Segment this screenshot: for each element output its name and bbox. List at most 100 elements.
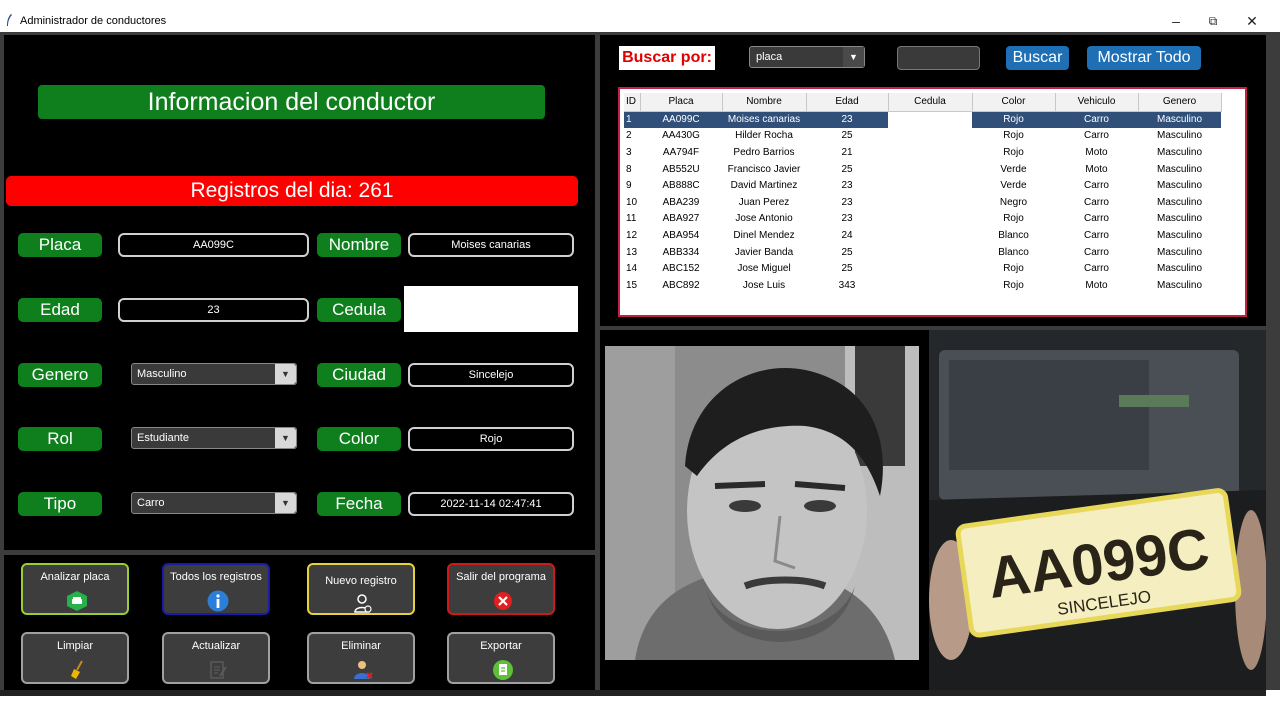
remove-user-icon [354, 661, 373, 679]
app-window: Administrador de conductores – ⧉ ✕ Infor… [0, 0, 1280, 712]
table-cell: Masculino [1156, 213, 1203, 225]
table-cell [888, 260, 972, 277]
table-cell [888, 111, 972, 128]
table-cell: Blanco [998, 229, 1029, 241]
table-row[interactable]: 9 AB888C David Martinez 23 Verde Carro Masculi… [624, 177, 1221, 194]
table-cell: Moto [1085, 146, 1108, 158]
mostrar-todo-button[interactable]: Mostrar Todo [1087, 46, 1201, 70]
drivers-table[interactable]: ID Placa Nombre Edad Cedula Color Vehicu… [624, 93, 1230, 298]
table-row[interactable]: 15 ABC892 Jose Luis 343 Rojo Moto Masculino [624, 276, 1221, 294]
color-field[interactable]: Rojo [408, 427, 574, 451]
table-cell: 3 [626, 146, 632, 158]
car-icon [67, 591, 87, 611]
ciudad-field[interactable]: Sincelejo [408, 363, 574, 387]
minimize-button[interactable]: – [1158, 8, 1194, 34]
eliminar-label: Eliminar [341, 640, 381, 652]
table-cell: 15 [626, 279, 638, 291]
table-cell: ABA954 [662, 229, 700, 241]
column-header[interactable]: Genero [1138, 93, 1222, 112]
table-cell: 23 [841, 213, 853, 225]
tipo-value: Carro [137, 497, 165, 509]
table-cell: Blanco [998, 246, 1029, 258]
todos-los-registros-button[interactable]: Todos los registros [162, 563, 270, 615]
table-cell: 24 [841, 229, 853, 241]
eliminar-button[interactable]: Eliminar [307, 632, 415, 684]
table-cell: 23 [841, 180, 853, 192]
table-cell: Carro [1055, 111, 1138, 128]
table-row[interactable]: 12 ABA954 Dinel Mendez 24 Blanco Carro Masculi… [624, 227, 1221, 244]
column-header[interactable]: Vehiculo [1055, 93, 1139, 112]
nuevo-registro-button[interactable]: Nuevo registro [307, 563, 415, 615]
chevron-down-icon[interactable]: ▼ [843, 47, 864, 67]
table-cell: Rojo [1003, 263, 1024, 275]
column-header[interactable]: Placa [640, 93, 723, 112]
column-header[interactable]: ID [624, 93, 641, 112]
table-row[interactable]: 2 AA430G Hilder Rocha 25 Rojo Carro Masculino [624, 127, 1221, 145]
table-row[interactable]: 13 ABB334 Javier Banda 25 Blanco Carro Masculi… [624, 243, 1221, 261]
rol-label: Rol [18, 427, 102, 451]
table-row[interactable]: 8 AB552U Francisco Javier 25 Verde Moto Mascul… [624, 160, 1221, 178]
todos-los-registros-label: Todos los registros [170, 571, 262, 583]
table-row[interactable]: 3 AA794F Pedro Barrios 21 Rojo Moto Masculino [624, 144, 1221, 161]
driver-photo [605, 346, 919, 660]
table-cell: Masculino [1156, 246, 1203, 258]
tipo-select[interactable]: Carro ▼ [131, 492, 297, 514]
table-row[interactable]: 1 AA099C Moises canarias 23 Rojo Carro Masculi… [624, 111, 1221, 128]
column-header[interactable]: Nombre [722, 93, 807, 112]
limpiar-label: Limpiar [56, 640, 94, 652]
table-cell: 12 [626, 229, 638, 241]
exportar-button[interactable]: Exportar [447, 632, 555, 684]
table-cell: 23 [806, 111, 888, 128]
column-header[interactable]: Edad [806, 93, 889, 112]
table-cell [888, 227, 972, 244]
table-cell: AA099C [640, 111, 722, 128]
table-cell: Masculino [1156, 279, 1203, 291]
table-cell: 2 [626, 130, 632, 142]
table-cell: ABC892 [662, 279, 700, 291]
table-cell: ABA239 [662, 196, 700, 208]
buscar-button[interactable]: Buscar [1006, 46, 1069, 70]
table-cell: David Martinez [730, 180, 798, 192]
table-cell: Carro [1083, 263, 1109, 275]
search-input[interactable] [897, 46, 980, 70]
limpiar-button[interactable]: Limpiar [21, 632, 129, 684]
table-cell: Rojo [1003, 146, 1024, 158]
table-row[interactable]: 14 ABC152 Jose Miguel 25 Rojo Carro Masculino [624, 260, 1221, 277]
window-title: Administrador de conductores [20, 15, 167, 27]
nombre-label: Nombre [317, 233, 401, 257]
table-cell: ABC152 [662, 263, 700, 275]
genero-select[interactable]: Masculino ▼ [131, 363, 297, 385]
tipo-label: Tipo [18, 492, 102, 516]
table-row[interactable]: 11 ABA927 Jose Antonio 23 Rojo Carro Masculino [624, 210, 1221, 228]
cedula-field[interactable] [404, 286, 578, 332]
feather-icon [7, 14, 12, 26]
table-cell: Rojo [1003, 130, 1024, 142]
table-cell: Carro [1083, 180, 1109, 192]
actualizar-label: Actualizar [191, 640, 241, 652]
title-bar: Administrador de conductores – ⧉ ✕ [0, 0, 1280, 32]
table-cell: 23 [841, 196, 853, 208]
column-header[interactable]: Color [972, 93, 1056, 112]
column-header[interactable]: Cedula [888, 93, 973, 112]
salir-del-programa-button[interactable]: Salir del programa [447, 563, 555, 615]
fecha-label: Fecha [317, 492, 401, 516]
maximize-button[interactable]: ⧉ [1195, 8, 1231, 34]
table-cell: Moto [1085, 163, 1108, 175]
search-field-select[interactable]: placa ▼ [749, 46, 865, 68]
table-cell [888, 193, 972, 211]
edad-field[interactable]: 23 [118, 298, 309, 322]
actions-panel: Analizar placa Todos los registros Nuevo… [4, 555, 595, 690]
fecha-field[interactable]: 2022-11-14 02:47:41 [408, 492, 574, 516]
placa-field[interactable]: AA099C [118, 233, 309, 257]
analizar-placa-button[interactable]: Analizar placa [21, 563, 129, 615]
close-button[interactable]: ✕ [1234, 8, 1270, 34]
chevron-down-icon[interactable]: ▼ [275, 493, 296, 513]
table-row[interactable]: 10 ABA239 Juan Perez 23 Negro Carro Masculino [624, 193, 1221, 211]
chevron-down-icon[interactable]: ▼ [275, 364, 296, 384]
actualizar-button[interactable]: Actualizar [162, 632, 270, 684]
broom-icon [71, 660, 83, 679]
table-cell: 8 [626, 163, 632, 175]
nombre-field[interactable]: Moises canarias [408, 233, 574, 257]
rol-select[interactable]: Estudiante ▼ [131, 427, 297, 449]
chevron-down-icon[interactable]: ▼ [275, 428, 296, 448]
